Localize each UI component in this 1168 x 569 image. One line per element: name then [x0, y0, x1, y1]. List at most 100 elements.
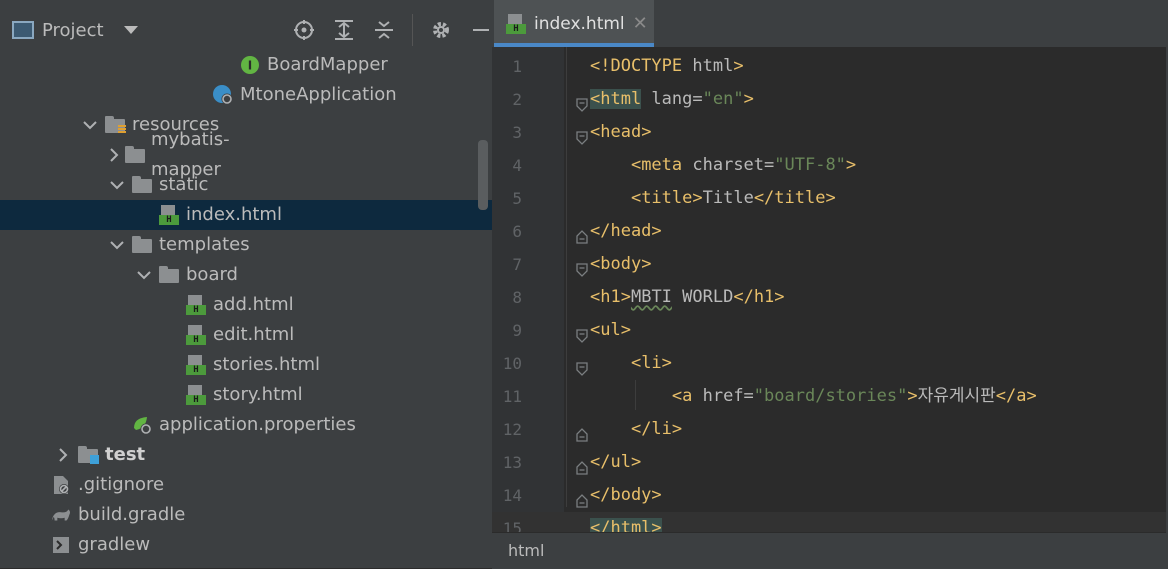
chevron-down-icon[interactable]: [123, 26, 138, 34]
test-folder-icon: [77, 444, 99, 466]
tree-item[interactable]: Hindex.html: [0, 200, 492, 230]
tree-item-label: templates: [159, 234, 250, 255]
chevron-down-icon[interactable]: [136, 270, 152, 280]
breadcrumb-item[interactable]: html: [508, 541, 544, 560]
line-number: 11: [502, 387, 522, 406]
line-number: 7: [512, 255, 522, 274]
minimize-icon[interactable]: [469, 18, 493, 42]
fold-marker-icon[interactable]: [576, 124, 588, 145]
code-text: <html lang="en">: [590, 89, 754, 109]
project-panel: Project I BoardMapper MtoneApplication reso…: [0, 0, 492, 568]
code-line[interactable]: 1 <!DOCTYPE html>: [492, 50, 1168, 83]
tree-item-label: build.gradle: [78, 504, 186, 525]
line-number: 3: [512, 123, 522, 142]
tree-item-label: .gitignore: [78, 474, 165, 495]
project-panel-title: Project: [42, 19, 104, 41]
tree-item-label: BoardMapper: [267, 54, 388, 75]
editor-area: H index.html ✕ 1 <!DOCTYPE html> 2 <html la…: [492, 0, 1168, 569]
code-text: <ul>: [590, 320, 631, 340]
code-text: </html>: [590, 512, 662, 532]
code-line[interactable]: 7 <body>: [492, 248, 1168, 281]
line-number: 6: [512, 222, 522, 241]
project-view-selector[interactable]: Project: [12, 10, 138, 50]
line-number: 10: [502, 354, 522, 373]
fold-marker-icon[interactable]: [576, 421, 588, 442]
collapse-all-icon[interactable]: [372, 18, 396, 42]
folder-icon: [158, 264, 180, 286]
tree-item-label: gradlew: [78, 534, 151, 555]
line-number: 4: [512, 156, 522, 175]
tree-item-label: edit.html: [213, 324, 295, 345]
code-text: </head>: [590, 221, 662, 241]
project-toolbar: [292, 14, 493, 46]
tree-item-label: test: [105, 444, 146, 465]
chevron-down-icon[interactable]: [82, 120, 98, 130]
fold-marker-icon[interactable]: [576, 223, 588, 244]
code-text: <li>: [630, 353, 672, 373]
fold-marker-icon[interactable]: [576, 487, 588, 508]
locate-file-icon[interactable]: [292, 18, 316, 42]
tree-item-label: MtoneApplication: [240, 84, 397, 105]
code-line[interactable]: 10 <li>: [492, 347, 1168, 380]
code-line[interactable]: 9 <ul>: [492, 314, 1168, 347]
resources-folder-icon: [104, 114, 126, 136]
code-line[interactable]: 12 </li>: [492, 413, 1168, 446]
line-number: 9: [512, 321, 522, 340]
code-text: <body>: [590, 254, 652, 274]
interface-icon: I: [239, 54, 261, 76]
breadcrumb-bar: html: [492, 532, 1168, 569]
code-line[interactable]: 15 </html>: [492, 512, 1168, 532]
html-file-icon: H: [158, 204, 180, 226]
chevron-right-icon[interactable]: [109, 148, 119, 162]
html-file-icon: H: [185, 324, 207, 346]
code-editor[interactable]: 1 <!DOCTYPE html> 2 <html lang="en"> 3 <head>…: [492, 47, 1168, 532]
tree-item-label: index.html: [186, 204, 282, 225]
tree-item-label: static: [159, 174, 209, 195]
code-text: <!DOCTYPE html>: [590, 56, 744, 76]
code-line[interactable]: 6 </head>: [492, 215, 1168, 248]
svg-text:I: I: [248, 59, 252, 73]
chevron-down-icon[interactable]: [109, 240, 125, 250]
code-line[interactable]: 13 </ul>: [492, 446, 1168, 479]
indent-guide: [566, 47, 567, 507]
chevron-down-icon[interactable]: [109, 180, 125, 190]
folder-icon: [125, 144, 145, 166]
code-text: </body>: [590, 485, 662, 505]
code-line[interactable]: 14 </body>: [492, 479, 1168, 512]
code-text: <h1>MBTI WORLD</h1>: [590, 287, 785, 307]
line-number: 12: [502, 420, 522, 439]
gradle-icon: [50, 504, 72, 526]
code-line[interactable]: 8 <h1>MBTI WORLD</h1>: [492, 281, 1168, 314]
tree-item-label: add.html: [213, 294, 294, 315]
tree-item-label: board: [186, 264, 238, 285]
tab-index-html[interactable]: H index.html ✕: [494, 0, 654, 47]
toolbar-separator: [412, 14, 413, 46]
line-number: 8: [512, 288, 522, 307]
code-text: <meta charset="UTF-8">: [630, 155, 857, 175]
fold-marker-icon[interactable]: [576, 256, 588, 277]
code-line[interactable]: 4 <meta charset="UTF-8">: [492, 149, 1168, 182]
folder-icon: [131, 234, 153, 256]
fold-marker-icon[interactable]: [576, 355, 588, 376]
line-number: 14: [502, 486, 522, 505]
code-line[interactable]: 5 <title>Title</title>: [492, 182, 1168, 215]
code-text: </ul>: [590, 452, 642, 472]
html-file-icon: H: [185, 294, 207, 316]
code-line[interactable]: 2 <html lang="en">: [492, 83, 1168, 116]
expand-all-icon[interactable]: [332, 18, 356, 42]
fold-marker-icon[interactable]: [576, 454, 588, 475]
gear-icon[interactable]: [429, 18, 453, 42]
tree-item-label: story.html: [213, 384, 303, 405]
tab-label: index.html: [534, 13, 625, 34]
line-number: 1: [512, 57, 522, 76]
terminal-file-icon: [50, 534, 72, 556]
project-scrollbar[interactable]: [478, 140, 488, 210]
close-icon[interactable]: ✕: [633, 13, 648, 34]
fold-marker-icon[interactable]: [576, 91, 588, 112]
code-line[interactable]: 11 <a href="board/stories">자유게시판</a>: [492, 380, 1168, 413]
code-line[interactable]: 3 <head>: [492, 116, 1168, 149]
line-number: 2: [512, 90, 522, 109]
chevron-right-icon[interactable]: [55, 448, 71, 462]
fold-marker-icon[interactable]: [576, 322, 588, 343]
editor-tab-bar: H index.html ✕: [492, 0, 1168, 47]
